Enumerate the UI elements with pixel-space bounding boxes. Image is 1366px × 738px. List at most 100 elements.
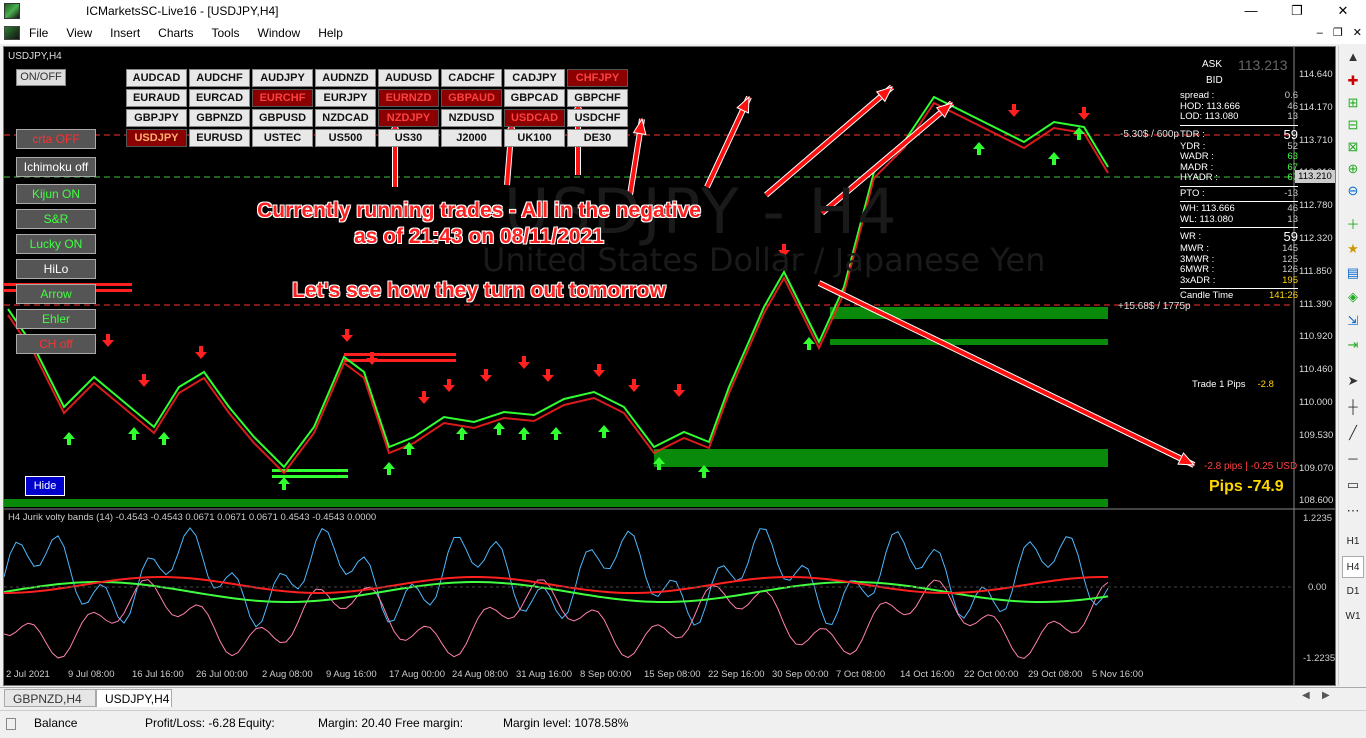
pair-button-eurcad[interactable]: EURCAD	[189, 89, 250, 107]
pair-button-j2000[interactable]: J2000	[441, 129, 502, 147]
pair-button-us500[interactable]: US500	[315, 129, 376, 147]
minimize-button[interactable]: —	[1228, 0, 1274, 22]
pair-button-nzdjpy[interactable]: NZDJPY	[378, 109, 439, 127]
pair-button-gbpusd[interactable]: GBPUSD	[252, 109, 313, 127]
side-button-kijun-on[interactable]: Kijun ON	[16, 184, 96, 204]
pair-button-euraud[interactable]: EURAUD	[126, 89, 187, 107]
mdi-minimize-button[interactable]: –	[1317, 22, 1323, 44]
stat-row-tdr: TDR : 59	[1180, 126, 1298, 142]
date-tick: 2 Jul 2021	[6, 669, 50, 680]
date-tick: 9 Jul 08:00	[68, 669, 115, 680]
sell-arrow-icon	[542, 369, 554, 382]
pair-button-gbpnzd[interactable]: GBPNZD	[189, 109, 250, 127]
pair-button-eurjpy[interactable]: EURJPY	[315, 89, 376, 107]
close-button[interactable]: ✕	[1320, 0, 1366, 22]
period-icon[interactable]: ◈	[1344, 288, 1362, 306]
new-order-icon[interactable]: ✚	[1344, 72, 1362, 90]
cursor-icon[interactable]: ➤	[1344, 372, 1362, 390]
template-icon[interactable]: ▤	[1344, 264, 1362, 282]
pair-button-usdchf[interactable]: USDCHF	[567, 109, 628, 127]
autoscroll-icon[interactable]: ⇲	[1344, 312, 1362, 330]
side-button-ehler[interactable]: Ehler	[16, 309, 96, 329]
pair-button-nzdcad[interactable]: NZDCAD	[315, 109, 376, 127]
pair-button-audchf[interactable]: AUDCHF	[189, 69, 250, 87]
side-button-ichimoku-off[interactable]: Ichimoku off	[16, 157, 96, 177]
mdi-close-button[interactable]: ✕	[1353, 22, 1362, 44]
menu-view[interactable]: View	[57, 22, 101, 44]
buy-arrow-icon	[1073, 127, 1085, 140]
side-button-hilo[interactable]: HiLo	[16, 259, 96, 279]
menu-charts[interactable]: Charts	[149, 22, 202, 44]
expert-icon[interactable]: ★	[1344, 240, 1362, 258]
menu-window[interactable]: Window	[249, 22, 310, 44]
tab-scroll-right-icon[interactable]: ▶	[1322, 690, 1330, 701]
trendline-icon[interactable]: ╱	[1344, 424, 1362, 442]
mdi-restore-button[interactable]: ❐	[1333, 22, 1343, 44]
pair-button-nzdusd[interactable]: NZDUSD	[441, 109, 502, 127]
side-button-lucky-on[interactable]: Lucky ON	[16, 234, 96, 254]
add-indicator-icon[interactable]: ＋	[1344, 216, 1362, 234]
pair-button-audusd[interactable]: AUDUSD	[378, 69, 439, 87]
pair-button-audjpy[interactable]: AUDJPY	[252, 69, 313, 87]
hide-button[interactable]: Hide	[25, 476, 65, 496]
side-button-s-r[interactable]: S&R	[16, 209, 96, 229]
pair-button-chfjpy[interactable]: CHFJPY	[567, 69, 628, 87]
pair-button-cadchf[interactable]: CADCHF	[441, 69, 502, 87]
bid-label: BID	[1206, 75, 1223, 86]
pair-button-eurusd[interactable]: EURUSD	[189, 129, 250, 147]
pair-button-usdcad[interactable]: USDCAD	[504, 109, 565, 127]
pair-button-gbpjpy[interactable]: GBPJPY	[126, 109, 187, 127]
maximize-button[interactable]: ❐	[1274, 0, 1320, 22]
price-tick: 110.920	[1299, 331, 1333, 343]
timeframe-d1[interactable]: D1	[1342, 581, 1364, 603]
side-button-ch-off[interactable]: CH off	[16, 334, 96, 354]
stat-key: TDR :	[1180, 128, 1205, 140]
side-button-crta-off[interactable]: crta OFF	[16, 129, 96, 149]
stat-value: 59	[1283, 126, 1298, 142]
horizontal-line-icon[interactable]: ─	[1344, 450, 1362, 468]
pair-button-usdjpy[interactable]: USDJPY	[126, 129, 187, 147]
chart-line-icon[interactable]: ⊠	[1344, 138, 1362, 156]
menu-file[interactable]: File	[20, 22, 57, 44]
pair-button-uk100[interactable]: UK100	[504, 129, 565, 147]
onoff-button[interactable]: ON/OFF	[16, 69, 66, 86]
pair-button-eurnzd[interactable]: EURNZD	[378, 89, 439, 107]
menu-help[interactable]: Help	[309, 22, 352, 44]
title-bar: ICMarketsSC-Live16 - [USDJPY,H4] — ❐ ✕	[0, 0, 1366, 22]
pair-button-audcad[interactable]: AUDCAD	[126, 69, 187, 87]
zoom-out-icon[interactable]: ⊖	[1344, 182, 1362, 200]
date-tick: 22 Oct 00:00	[964, 669, 1019, 680]
date-tick: 16 Jul 16:00	[132, 669, 184, 680]
menu-insert[interactable]: Insert	[101, 22, 149, 44]
text-icon[interactable]: ⋯	[1344, 502, 1362, 520]
timeframe-h4[interactable]: H4	[1342, 556, 1364, 578]
pair-button-eurchf[interactable]: EURCHF	[252, 89, 313, 107]
pair-button-de30[interactable]: DE30	[567, 129, 628, 147]
menu-tools[interactable]: Tools	[203, 22, 249, 44]
pair-button-ustec[interactable]: USTEC	[252, 129, 313, 147]
chart-bar-icon[interactable]: ⊞	[1344, 94, 1362, 112]
timeframe-h1[interactable]: H1	[1342, 531, 1364, 553]
zoom-in-icon[interactable]: ⊕	[1344, 160, 1362, 178]
pair-button-gbpaud[interactable]: GBPAUD	[441, 89, 502, 107]
pair-button-audnzd[interactable]: AUDNZD	[315, 69, 376, 87]
scroll-up-icon[interactable]: ▲	[1344, 48, 1362, 66]
chart-candle-icon[interactable]: ⊟	[1344, 116, 1362, 134]
tab-gbpnzd[interactable]: GBPNZD,H4	[4, 689, 96, 707]
terminal-toggle-icon[interactable]	[6, 718, 16, 730]
shift-icon[interactable]: ⇥	[1344, 336, 1362, 354]
chart-window-icon[interactable]	[4, 26, 20, 40]
side-button-arrow[interactable]: Arrow	[16, 284, 96, 304]
tab-scroll-left-icon[interactable]: ◀	[1302, 690, 1310, 701]
pair-button-gbpcad[interactable]: GBPCAD	[504, 89, 565, 107]
tab-usdjpy[interactable]: USDJPY,H4	[96, 689, 172, 707]
pair-button-cadjpy[interactable]: CADJPY	[504, 69, 565, 87]
chart-window[interactable]: USDJPY - H4 United States Dollar / Japan…	[3, 46, 1336, 686]
timeframe-w1[interactable]: W1	[1342, 606, 1364, 628]
sell-arrow-icon	[1078, 107, 1090, 120]
pair-button-us30[interactable]: US30	[378, 129, 439, 147]
rectangle-icon[interactable]: ▭	[1344, 476, 1362, 494]
crosshair-icon[interactable]: ┼	[1344, 398, 1362, 416]
buy-arrow-icon	[973, 142, 985, 155]
pair-button-gbpchf[interactable]: GBPCHF	[567, 89, 628, 107]
